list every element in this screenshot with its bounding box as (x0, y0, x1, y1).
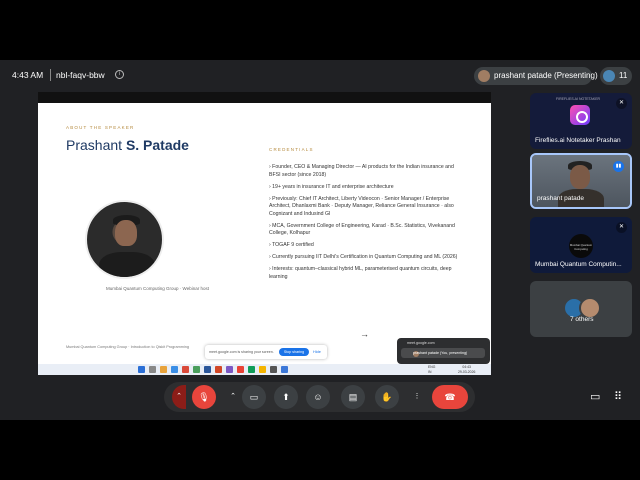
end-call-icon[interactable]: ☎ (432, 385, 468, 409)
mic-off-icon: ✕ (616, 222, 627, 233)
hide-button[interactable]: Hide (313, 348, 321, 356)
speaker-name: Prashant S. Patade (66, 137, 189, 153)
others-count: 7 others (570, 316, 594, 323)
shared-screen: ABOUT THE SPEAKER Prashant S. Patade Mum… (38, 92, 491, 375)
raise-hand-icon[interactable]: ✋ (375, 385, 399, 409)
next-arrow-icon[interactable]: → (360, 329, 369, 339)
app-icon[interactable] (281, 366, 288, 373)
stop-sharing-button[interactable]: Stop sharing (279, 348, 309, 356)
excel-icon[interactable] (193, 366, 200, 373)
participant-tile[interactable]: ▮▮ prashant patade (530, 153, 632, 209)
language-indicator[interactable]: ENG IN (428, 365, 435, 374)
participant-count: 11 (619, 71, 628, 80)
speaking-indicator-icon: ▮▮ (613, 161, 624, 172)
call-controls: ⌃ 🎙 ⌃ ▭ ⬆ ☺ ▤ ✋ ⋮ ☎ (164, 382, 475, 412)
taskbar-clock[interactable]: 04:43 29-03-2026 (458, 365, 475, 374)
speaker-photo (85, 200, 164, 279)
mic-off-icon: ✕ (616, 98, 627, 109)
camera-options-chevron-icon[interactable]: ⌃ (226, 385, 240, 409)
teams-icon[interactable] (226, 366, 233, 373)
credential-item: › 19+ years in insurance IT and enterpri… (269, 183, 394, 190)
photo-face (115, 220, 137, 246)
search-icon[interactable] (149, 366, 156, 373)
edge-icon[interactable] (171, 366, 178, 373)
chat-icon[interactable]: ▭ (590, 390, 600, 403)
pip-popup: meet.google.com prashant patade (You, pr… (397, 338, 490, 364)
word-icon[interactable] (204, 366, 211, 373)
slide-footer: Mumbai Quantum Computing Group · Introdu… (66, 345, 190, 349)
photo-caption: Mumbai Quantum Computing Group · Webinar… (106, 286, 209, 291)
tile-top-text: FIREFLIES.AI NOTETAKER (556, 97, 601, 101)
activities-icon[interactable]: ⠿ (614, 390, 622, 403)
info-icon[interactable]: i (115, 70, 124, 79)
participant-tile[interactable]: Mumbai Quantum Computing ✕ Mumbai Quantu… (530, 217, 632, 273)
app-icon[interactable] (270, 366, 277, 373)
screen: 4:43 AM nbl-faqv-bbw i prashant patade (… (0, 0, 640, 480)
start-icon[interactable] (138, 366, 145, 373)
credential-item: › MCA, Government College of Engineering… (269, 222, 455, 237)
participants-button[interactable]: 11 (600, 67, 632, 85)
participant-name: prashant patade (537, 195, 584, 202)
presenter-chip[interactable]: prashant patade (Presenting) (474, 67, 598, 85)
meeting-code: nbl-faqv-bbw (56, 70, 105, 80)
app-icon[interactable] (248, 366, 255, 373)
avatar (478, 70, 490, 82)
credential-item: › Founder, CEO & Managing Director — AI … (269, 164, 454, 178)
present-icon[interactable]: ⬆ (274, 385, 298, 409)
shared-screen-header (38, 92, 491, 103)
clock: 4:43 AM (12, 70, 44, 80)
emoji-icon[interactable]: ☺ (306, 385, 330, 409)
credentials-title: CREDENTIALS (269, 147, 314, 152)
speaker-first-name: Prashant (66, 137, 126, 153)
participant-name: Fireflies.ai Notetaker Prashan (535, 137, 621, 144)
popup-item[interactable]: prashant patade (You, presenting) (401, 348, 485, 358)
office-icon[interactable] (182, 366, 189, 373)
camera-icon[interactable]: ▭ (242, 385, 266, 409)
top-bar: 4:43 AM nbl-faqv-bbw i prashant patade (… (0, 60, 640, 92)
credentials-list: › Founder, CEO & Managing Director — AI … (269, 164, 461, 286)
eyebrow-label: ABOUT THE SPEAKER (66, 125, 135, 130)
captions-icon[interactable]: ▤ (341, 385, 365, 409)
divider (50, 69, 51, 81)
sharing-text: meet.google.com is sharing your screen. (209, 350, 274, 354)
photo-body (99, 252, 155, 277)
popup-url: meet.google.com (407, 341, 435, 345)
meet-window: 4:43 AM nbl-faqv-bbw i prashant patade (… (0, 60, 640, 420)
folder-icon[interactable] (160, 366, 167, 373)
speaker-last-name: S. Patade (125, 137, 189, 153)
fireflies-logo-icon (570, 105, 590, 125)
mic-off-icon[interactable]: 🎙 (192, 385, 216, 409)
credential-item: › TOGAF 9 certified (269, 242, 314, 248)
mic-options-chevron-icon[interactable]: ⌃ (172, 385, 186, 409)
chrome-icon[interactable] (237, 366, 244, 373)
popup-item-label: prashant patade (You, presenting) (413, 350, 468, 355)
windows-taskbar: ENG IN 04:43 29-03-2026 (38, 364, 491, 375)
camera-face (570, 165, 590, 189)
participant-tile[interactable]: FIREFLIES.AI NOTETAKER ✕ Fireflies.ai No… (530, 93, 632, 149)
sharing-banner: meet.google.com is sharing your screen. … (205, 345, 327, 359)
others-tile[interactable]: 7 others (530, 281, 632, 337)
more-vert-icon[interactable]: ⋮ (410, 385, 424, 409)
credential-item: › Interests: quantum–classical hybrid ML… (269, 266, 452, 280)
participant-name: Mumbai Quantum Computin... (535, 261, 622, 268)
taskbar-icons (138, 366, 378, 373)
group-logo: Mumbai Quantum Computing (569, 234, 593, 258)
slide: ABOUT THE SPEAKER Prashant S. Patade Mum… (38, 103, 491, 353)
presenter-label: prashant patade (Presenting) (494, 71, 598, 80)
credential-item: › Currently pursuing IIT Delhi's Certifi… (269, 254, 458, 260)
credential-item: › Previously: Chief IT Architect, Libert… (269, 195, 454, 217)
avatar (603, 70, 615, 82)
powerpoint-icon[interactable] (215, 366, 222, 373)
app-icon[interactable] (259, 366, 266, 373)
